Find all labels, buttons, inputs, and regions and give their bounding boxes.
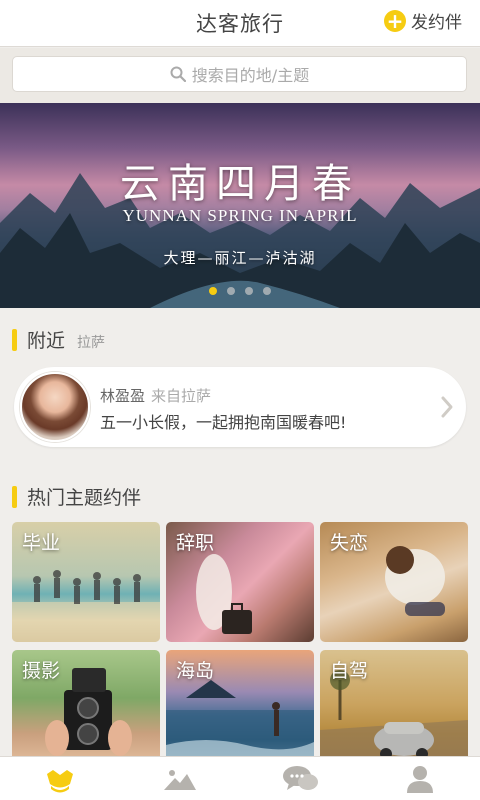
carousel-dot[interactable]	[209, 287, 217, 295]
search-input[interactable]: 搜索目的地/主题	[12, 56, 467, 92]
carousel-dot[interactable]	[245, 287, 253, 295]
user-message: 五一小长假，一起拥抱南国暖春吧!	[100, 413, 347, 432]
section-accent-bar	[12, 485, 17, 508]
theme-tile-island[interactable]: 海岛	[166, 650, 314, 770]
themes-title: 热门主题约伴	[27, 487, 142, 509]
nearby-section-header: 附近 拉萨	[12, 326, 105, 353]
post-companion-button[interactable]: + 发约伴	[384, 8, 462, 33]
bottom-tab-bar	[0, 756, 480, 800]
avatar[interactable]	[20, 372, 90, 442]
search-icon	[170, 66, 186, 82]
tab-messages[interactable]	[240, 757, 360, 800]
search-bar-area: 搜索目的地/主题	[0, 48, 480, 103]
theme-label: 毕业	[22, 532, 61, 554]
banner-subtitle: YUNNAN SPRING IN APRIL	[122, 206, 358, 225]
banner-title: 云南四月春	[120, 161, 360, 207]
carousel-indicator	[0, 287, 480, 295]
profile-icon	[407, 765, 433, 793]
nearby-user-card[interactable]: 林盈盈 来自拉萨 五一小长假，一起拥抱南国暖春吧!	[14, 367, 466, 447]
banner-carousel[interactable]: 云南四月春 YUNNAN SPRING IN APRIL 大理—丽江—泸沽湖	[0, 103, 480, 308]
theme-label: 失恋	[330, 532, 369, 554]
themes-section-header: 热门主题约伴	[12, 483, 141, 510]
user-from: 来自拉萨	[151, 387, 212, 405]
tab-discover[interactable]	[120, 757, 240, 800]
carousel-dot[interactable]	[263, 287, 271, 295]
theme-tile-graduation[interactable]: 毕业	[12, 522, 160, 642]
chevron-right-icon	[441, 396, 453, 418]
section-accent-bar	[12, 328, 17, 351]
theme-tile-heartbreak[interactable]: 失恋	[320, 522, 468, 642]
app-header: 达客旅行 + 发约伴	[0, 0, 480, 47]
user-name: 林盈盈	[100, 387, 146, 405]
tab-profile[interactable]	[360, 757, 480, 800]
nearby-location: 拉萨	[77, 334, 106, 351]
theme-label: 摄影	[22, 660, 61, 682]
theme-label: 辞职	[176, 532, 215, 554]
banner-route: 大理—丽江—泸沽湖	[163, 249, 317, 267]
theme-tile-photography[interactable]: 摄影	[12, 650, 160, 770]
tab-home[interactable]	[0, 757, 120, 800]
theme-label: 自驾	[330, 660, 369, 682]
plus-icon: +	[384, 9, 406, 32]
carousel-dot[interactable]	[227, 287, 235, 295]
search-placeholder: 搜索目的地/主题	[191, 66, 310, 85]
post-companion-label: 发约伴	[411, 13, 462, 33]
theme-label: 海岛	[176, 660, 215, 682]
nearby-title: 附近	[27, 330, 66, 352]
user-name-line: 林盈盈 来自拉萨	[100, 385, 211, 406]
mountain-icon	[164, 769, 196, 790]
chat-icon	[283, 765, 318, 790]
theme-tile-roadtrip[interactable]: 自驾	[320, 650, 468, 770]
theme-tile-resign[interactable]: 辞职	[166, 522, 314, 642]
home-icon	[47, 769, 73, 792]
